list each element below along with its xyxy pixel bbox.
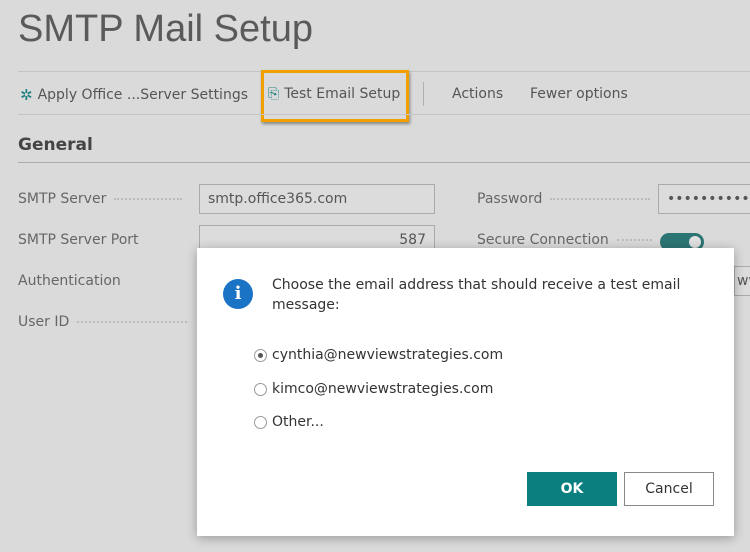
authentication-label: Authentication: [18, 273, 121, 289]
fewer-options-button[interactable]: Fewer options: [530, 86, 628, 102]
ok-button[interactable]: OK: [527, 472, 617, 506]
dialog-message: Choose the email address that should rec…: [272, 277, 681, 313]
page-title: SMTP Mail Setup: [18, 8, 313, 50]
option-other[interactable]: Other...: [254, 414, 324, 430]
info-icon: i: [223, 279, 253, 309]
option-cynthia[interactable]: cynthia@newviewstrategies.com: [254, 347, 503, 363]
section-general: General: [18, 135, 93, 155]
smtp-port-label: SMTP Server Port: [18, 232, 139, 248]
password-input[interactable]: ••••••••••: [658, 184, 750, 214]
option-kimco[interactable]: kimco@newviewstrategies.com: [254, 381, 493, 397]
secure-connection-label: Secure Connection: [477, 232, 652, 248]
test-email-dialog: i Choose the email address that should r…: [197, 248, 734, 536]
gears-icon: ✲: [20, 86, 33, 104]
smtp-server-input[interactable]: smtp.office365.com: [199, 184, 435, 214]
actions-menu[interactable]: Actions: [452, 86, 503, 102]
radio-selected[interactable]: [254, 348, 267, 362]
user-id-label: User ID: [18, 314, 188, 330]
toolbar-separator: [423, 82, 424, 106]
password-label: Password: [477, 191, 651, 207]
radio[interactable]: [254, 382, 267, 396]
apply-office-settings-button[interactable]: ✲ Apply Office ...Server Settings: [20, 86, 248, 104]
partial-field[interactable]: ww: [734, 266, 750, 296]
radio[interactable]: [254, 415, 267, 429]
cancel-button[interactable]: Cancel: [624, 472, 714, 506]
divider: [18, 114, 750, 115]
divider: [18, 162, 750, 163]
smtp-server-label: SMTP Server: [18, 191, 183, 207]
